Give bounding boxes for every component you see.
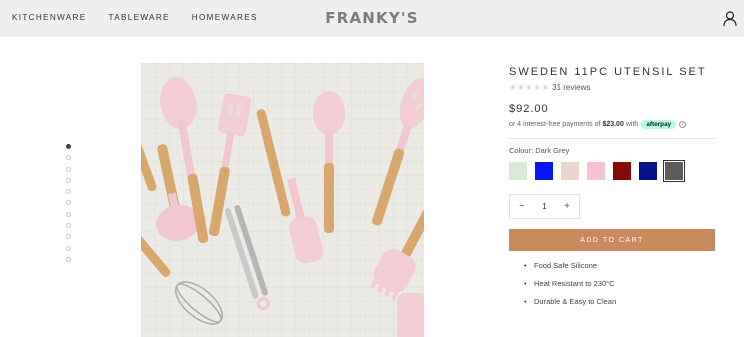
gallery-dot[interactable] <box>66 166 71 172</box>
feature-item: • Food Safe Silicone <box>524 261 597 270</box>
colour-label: Colour: Dark Grey <box>509 146 570 155</box>
site-header: KITCHENWARE TABLEWARE HOMEWARES FRANKY'S <box>0 0 744 37</box>
utensils-illustration <box>141 63 424 337</box>
colour-swatch[interactable] <box>509 162 527 180</box>
colour-swatch-selected[interactable] <box>663 160 685 182</box>
add-to-cart-button[interactable]: ADD TO CART <box>509 229 715 251</box>
gallery-dot[interactable] <box>66 256 71 262</box>
gallery-dot[interactable] <box>66 144 71 149</box>
rating-stars: ★ ★ ★ ★ ★ <box>509 82 549 93</box>
afterpay-prefix: or 4 interest-free payments of <box>509 121 601 128</box>
gallery-dot[interactable] <box>66 189 71 195</box>
gallery-dot[interactable] <box>66 223 71 229</box>
star-icon: ★ <box>533 82 541 92</box>
product-image[interactable] <box>141 63 424 337</box>
feature-item: • Heat Resistant to 230°C <box>524 279 615 288</box>
product-reviews[interactable]: ★ ★ ★ ★ ★ 31 reviews <box>509 82 715 93</box>
quantity-value[interactable]: 1 <box>542 202 546 211</box>
info-icon[interactable]: i <box>679 121 687 128</box>
decrease-button[interactable]: − <box>519 201 525 212</box>
feature-list: • Food Safe Silicone • Heat Resistant to 2… <box>509 261 715 315</box>
gallery-dot[interactable] <box>66 177 71 183</box>
gallery-dot[interactable] <box>66 234 71 240</box>
star-icon: ★ <box>541 82 550 92</box>
gallery-dot[interactable] <box>66 155 71 161</box>
star-icon: ★ <box>525 82 533 92</box>
afterpay-info: or 4 interest-free payments of $23.00 wi… <box>509 120 715 129</box>
gallery-dot[interactable] <box>66 200 71 206</box>
review-count[interactable]: 31 reviews <box>552 83 590 92</box>
product-title: SWEDEN 11PC UTENSIL SET <box>509 66 707 78</box>
gallery-pagination <box>66 144 71 262</box>
colour-swatch[interactable] <box>561 162 579 180</box>
divider <box>509 138 715 139</box>
product-price: $92.00 <box>509 103 549 115</box>
colour-swatch[interactable] <box>587 162 605 180</box>
site-logo[interactable]: FRANKY'S <box>0 9 744 27</box>
afterpay-badge[interactable]: afterpay <box>641 120 677 129</box>
feature-item: • Durable & Easy to Clean <box>524 297 617 306</box>
increase-button[interactable]: + <box>564 201 570 212</box>
star-icon: ★ <box>517 82 525 92</box>
colour-swatch[interactable] <box>535 162 553 180</box>
afterpay-with: with <box>625 121 639 128</box>
colour-swatches <box>509 160 715 182</box>
gallery-dot[interactable] <box>66 245 71 251</box>
user-icon[interactable] <box>723 11 737 26</box>
afterpay-amount: $23.00 <box>602 121 624 128</box>
product-info: SWEDEN 11PC UTENSIL SET ★ ★ ★ ★ ★ 31 rev… <box>509 66 715 315</box>
star-icon: ★ <box>509 82 517 92</box>
colour-swatch[interactable] <box>613 162 631 180</box>
gallery-dot[interactable] <box>66 211 71 217</box>
colour-swatch[interactable] <box>639 162 657 180</box>
quantity-stepper: − 1 + <box>509 194 580 219</box>
